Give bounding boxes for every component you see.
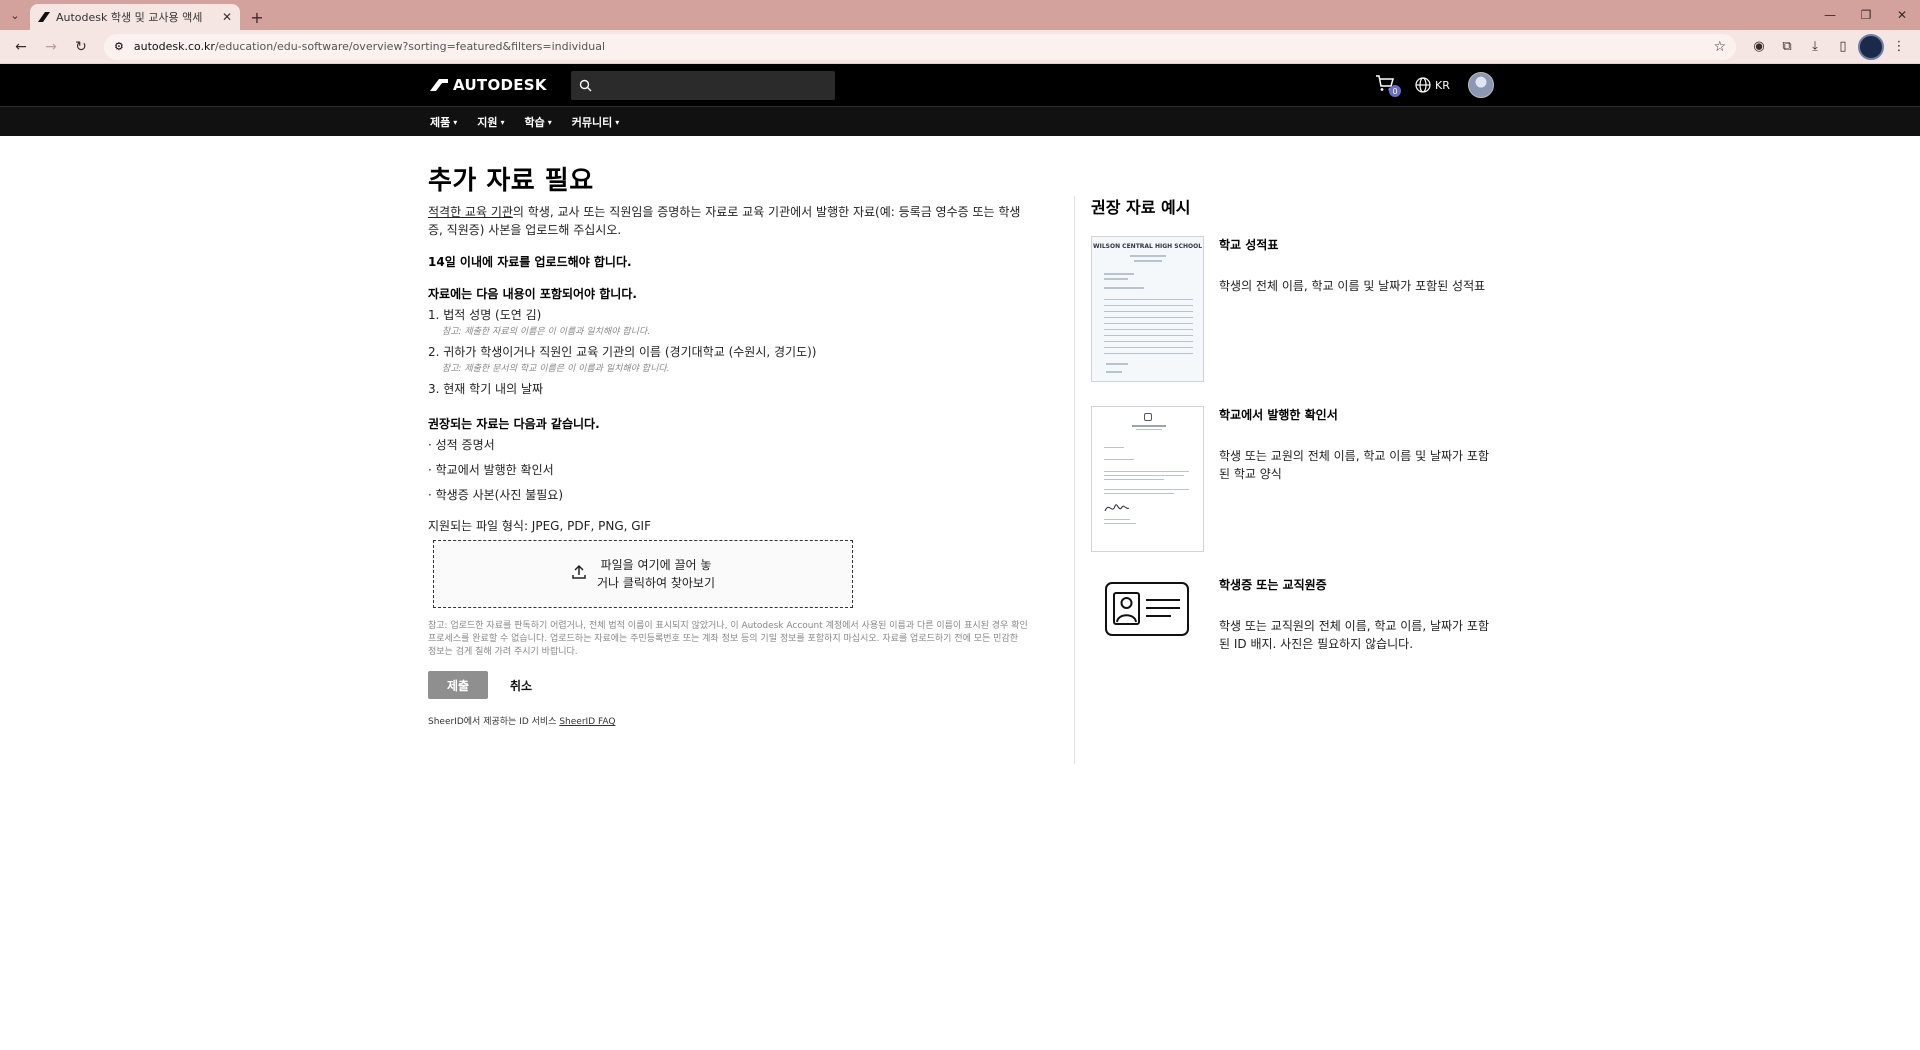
address-bar[interactable]: ⚙ autodesk.co.kr/education/edu-software/…: [104, 33, 1736, 60]
autodesk-favicon-icon: [38, 12, 50, 22]
cancel-button[interactable]: 취소: [510, 677, 532, 694]
requirements-title: 자료에는 다음 내용이 포함되어야 합니다.: [428, 287, 637, 301]
minimize-icon[interactable]: —: [1812, 0, 1848, 30]
new-tab-button[interactable]: +: [244, 4, 270, 30]
download-icon[interactable]: ⤓: [1802, 34, 1828, 60]
autodesk-logo-icon: [430, 79, 448, 91]
forward-button[interactable]: →: [38, 34, 64, 60]
site-search[interactable]: [571, 71, 835, 100]
tab-title: Autodesk 학생 및 교사용 액세: [56, 11, 203, 24]
examples-title: 권장 자료 예시: [1091, 198, 1191, 217]
form-actions: 제출 취소: [428, 671, 1028, 699]
deadline-text: 14일 이내에 자료를 업로드해야 합니다.: [428, 255, 632, 269]
bookmark-star-icon[interactable]: ☆: [1713, 39, 1726, 55]
chevron-down-icon: ▾: [547, 117, 552, 127]
dropzone-text: 파일을 여기에 끌어 놓 거나 클릭하여 찾아보기: [596, 558, 716, 590]
requirement-item: 3. 현재 학기 내의 날짜: [428, 382, 544, 396]
sidepanel-icon[interactable]: ▯: [1830, 34, 1856, 60]
example-description: 학생의 전체 이름, 학교 이름 및 날짜가 포함된 성적표: [1219, 279, 1486, 293]
supported-formats: 지원되는 파일 형식: JPEG, PDF, PNG, GIF: [428, 519, 651, 533]
close-window-icon[interactable]: ✕: [1884, 0, 1920, 30]
id-card-thumbnail: [1091, 576, 1204, 722]
site-info-icon[interactable]: ⚙: [114, 40, 124, 53]
profile-icon[interactable]: [1858, 33, 1884, 60]
nav-item-learning[interactable]: 학습 ▾: [525, 114, 552, 130]
browser-tabbar: ⌄ Autodesk 학생 및 교사용 액세 ✕ + — ❐ ✕: [0, 0, 1920, 30]
camera-icon[interactable]: ◉: [1746, 34, 1772, 60]
example-item-transcript: WILSON CENTRAL HIGH SCHOOL 학교 성적표 학생의 전체…: [1091, 236, 1511, 382]
requirement-item: 1. 법적 성명 (도연 김): [428, 308, 542, 322]
restore-icon[interactable]: ❐: [1848, 0, 1884, 30]
search-icon: [579, 79, 592, 92]
intro-text: 적격한 교육 기관의 학생, 교사 또는 직원임을 증명하는 자료로 교육 기관…: [428, 205, 1021, 237]
chevron-down-icon: ▾: [500, 117, 505, 127]
tab-close-icon[interactable]: ✕: [222, 10, 232, 24]
nav-item-products[interactable]: 제품 ▾: [430, 114, 457, 130]
requirement-note: 참고: 제출한 자료의 이름은 이 이름과 일치해야 합니다.: [442, 327, 651, 337]
browser-toolbar: ← → ↻ ⚙ autodesk.co.kr/education/edu-sof…: [0, 30, 1920, 64]
url-path: /education/edu-software/overview?sorting…: [214, 40, 605, 53]
cart-count-badge: 0: [1389, 85, 1401, 97]
window-controls: — ❐ ✕: [1812, 0, 1920, 30]
upload-form: 추가 자료 필요 적격한 교육 기관의 학생, 교사 또는 직원임을 증명하는 …: [428, 160, 1028, 727]
eligible-institution-link[interactable]: 적격한 교육 기관: [428, 205, 513, 219]
site-header: AUTODESK 0 KR: [0, 64, 1920, 106]
autodesk-logo[interactable]: AUTODESK: [430, 76, 547, 94]
signature-icon: [1104, 504, 1130, 512]
search-input[interactable]: [598, 78, 818, 93]
recommended-item: · 학교에서 발행한 확인서: [428, 463, 554, 477]
transcript-thumbnail: WILSON CENTRAL HIGH SCHOOL: [1091, 236, 1204, 382]
example-item-id-card: 학생증 또는 교직원증 학생 또는 교직원의 전체 이름, 학교 이름, 날짜가…: [1091, 576, 1511, 722]
reload-button[interactable]: ↻: [68, 34, 94, 60]
language-label: KR: [1435, 78, 1450, 92]
example-title: 학생증 또는 교직원증: [1219, 578, 1327, 592]
id-card-icon: [1105, 582, 1189, 636]
back-button[interactable]: ←: [8, 34, 34, 60]
example-title: 학교에서 발행한 확인서: [1219, 408, 1338, 422]
extensions-icon[interactable]: ⧉: [1774, 34, 1800, 60]
column-divider: [1074, 196, 1075, 764]
extension-icons: ◉ ⧉ ⤓ ▯ ⋮: [1746, 33, 1912, 60]
fine-print: 참고: 업로드한 자료를 판독하기 어렵거나, 전체 법적 이름이 표시되지 않…: [428, 621, 1028, 657]
browser-menu-icon[interactable]: ⋮: [1886, 34, 1912, 60]
examples-panel: 권장 자료 예시 WILSON CENTRAL HIGH SCHOOL 학교 성…: [1091, 194, 1511, 746]
transcript-thumb-heading: WILSON CENTRAL HIGH SCHOOL: [1092, 243, 1203, 250]
user-avatar[interactable]: [1467, 72, 1494, 98]
example-description: 학생 또는 교직원의 전체 이름, 학교 이름, 날짜가 포함된 ID 배지. …: [1219, 619, 1489, 651]
submit-button[interactable]: 제출: [428, 671, 488, 699]
tab-search-button[interactable]: ⌄: [4, 4, 26, 26]
sheerid-faq-link[interactable]: SheerID FAQ: [559, 717, 615, 727]
chevron-down-icon: ▾: [615, 117, 620, 127]
language-selector[interactable]: KR: [1415, 77, 1450, 93]
sheerid-note: SheerID에서 제공하는 ID 서비스 SheerID FAQ: [428, 717, 616, 727]
crest-icon: [1144, 413, 1152, 421]
browser-tab-active[interactable]: Autodesk 학생 및 교사용 액세 ✕: [30, 4, 240, 30]
page-title: 추가 자료 필요: [428, 166, 594, 196]
example-description: 학생 또는 교원의 전체 이름, 학교 이름 및 날짜가 포함된 학교 양식: [1219, 449, 1489, 481]
site-nav: 제품 ▾ 지원 ▾ 학습 ▾ 커뮤니티 ▾: [0, 106, 1920, 136]
logo-text: AUTODESK: [453, 76, 547, 94]
cart-button[interactable]: 0: [1375, 74, 1401, 97]
chevron-down-icon: ▾: [453, 117, 458, 127]
requirement-item: 2. 귀하가 학생이거나 직원인 교육 기관의 이름 (경기대학교 (수원시, …: [428, 345, 817, 359]
recommended-item: · 성적 증명서: [428, 438, 495, 452]
main-content: 추가 자료 필요 적격한 교육 기관의 학생, 교사 또는 직원임을 증명하는 …: [0, 136, 1920, 1050]
recommended-title: 권장되는 자료는 다음과 같습니다.: [428, 417, 600, 431]
letter-thumbnail: [1091, 406, 1204, 552]
globe-icon: [1415, 77, 1431, 93]
recommended-item: · 학생증 사본(사진 불필요): [428, 488, 564, 502]
url-host: autodesk.co.kr: [133, 40, 215, 53]
requirement-note: 참고: 제출한 문서의 학교 이름은 이 이름과 일치해야 합니다.: [442, 364, 670, 374]
header-actions: 0 KR: [1375, 72, 1494, 98]
example-title: 학교 성적표: [1219, 238, 1279, 252]
nav-item-support[interactable]: 지원 ▾: [477, 114, 504, 130]
example-item-letter: 학교에서 발행한 확인서 학생 또는 교원의 전체 이름, 학교 이름 및 날짜…: [1091, 406, 1511, 552]
nav-item-community[interactable]: 커뮤니티 ▾: [572, 114, 620, 130]
file-dropzone[interactable]: 파일을 여기에 끌어 놓 거나 클릭하여 찾아보기: [433, 540, 853, 608]
upload-icon: [571, 564, 587, 584]
